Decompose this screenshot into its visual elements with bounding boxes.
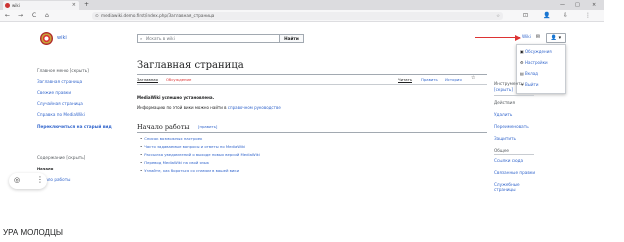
list-item[interactable]: Список возможных настроек	[140, 136, 202, 141]
caption-text: УРА МОЛОДЦЫ	[3, 228, 63, 237]
downloads-icon[interactable]: ⇩	[563, 10, 568, 22]
menu-item-contributions[interactable]: ▤Вклад	[520, 71, 538, 76]
info-line: Информацию по этой вики можно найти в сп…	[137, 105, 281, 110]
main-menu-heading[interactable]: Главное меню [скрыть]	[37, 68, 89, 73]
tab-read[interactable]: Читать	[398, 77, 413, 83]
section-edit-link[interactable]: [править]	[198, 124, 217, 129]
browser-navbar: ← → C ⌂ ⊙ mediawiki.demo.first/index.php…	[0, 10, 604, 22]
screenshot: wiki × + — □ × ← → C ⌂ ⊙ mediawiki.demo.…	[0, 0, 604, 203]
toc-item-top[interactable]: Начало	[37, 166, 53, 171]
home-icon[interactable]: ⌂	[45, 10, 49, 22]
wiki-page: wiki ⌕ Искать в wiki Найти Wiki ✉ 👤 ▾ ▣О…	[0, 23, 604, 203]
actions-heading: Действия	[494, 100, 516, 105]
sidebar-item-recent-changes[interactable]: Свежие правки	[37, 90, 71, 95]
user-icon: 👤	[550, 35, 558, 41]
tool-what-links-here[interactable]: Ссылки сюда	[494, 158, 523, 163]
close-window-icon[interactable]: ×	[592, 0, 596, 10]
list-item[interactable]: Перевод MediaWiki на свой язык	[140, 160, 209, 165]
search-input[interactable]: ⌕ Искать в wiki Найти	[137, 34, 304, 43]
user-guide-link[interactable]: справочном руководстве	[228, 105, 281, 110]
list-item[interactable]: Узнайте, как бороться со спамом в вашей …	[140, 168, 239, 173]
tool-move[interactable]: Переименовать	[494, 124, 529, 129]
annotation-arrow	[475, 37, 520, 38]
notifications-icon[interactable]: ✉	[534, 33, 542, 43]
pocket-icon[interactable]: ⊡	[523, 10, 528, 22]
search-button[interactable]: Найти	[279, 34, 304, 43]
user-menu-button[interactable]: 👤 ▾	[546, 33, 566, 43]
browser-tabstrip: wiki × + — □ ×	[0, 0, 604, 10]
bookmark-star-icon[interactable]: ☆	[496, 12, 500, 20]
url-text: mediawiki.demo.first/index.php/Заглавная…	[101, 13, 215, 18]
sidebar-item-main-page[interactable]: Заглавная страница	[37, 79, 82, 84]
tools-divider	[494, 95, 534, 96]
image-overlay-toolbar: ◎ ⋮	[9, 173, 47, 189]
sidebar-item-old-skin[interactable]: Переключиться на старый вид	[37, 124, 112, 129]
account-icon[interactable]: 👤	[543, 10, 550, 22]
reload-icon[interactable]: C	[32, 10, 36, 22]
menu-item-preferences[interactable]: ⚙Настройки	[520, 60, 548, 65]
tool-protect[interactable]: Защитить	[494, 136, 516, 141]
tools-hide-link[interactable]: [скрыть]	[494, 87, 513, 92]
tab-title: wiki	[12, 3, 20, 8]
browser-tab[interactable]: wiki ×	[3, 1, 79, 10]
chevron-down-icon: ▾	[558, 35, 562, 41]
tool-related-changes[interactable]: Связанные правки	[494, 170, 535, 175]
menu-icon[interactable]: ⋮	[585, 10, 591, 22]
back-icon[interactable]: ←	[5, 10, 10, 22]
install-message: MediaWiki успешно установлена.	[137, 95, 215, 100]
tool-delete[interactable]: Удалить	[494, 112, 512, 117]
logo-text[interactable]: wiki	[57, 35, 67, 41]
watch-star-icon[interactable]: ☆	[471, 75, 475, 81]
title-divider	[137, 74, 487, 75]
wiki-logo-icon[interactable]	[40, 32, 53, 45]
lens-icon[interactable]: ◎	[14, 176, 20, 184]
minimize-icon[interactable]: —	[560, 0, 565, 10]
section-heading: Начало работы	[137, 123, 190, 131]
general-divider	[494, 154, 534, 155]
address-bar[interactable]: ⊙ mediawiki.demo.first/index.php/Заглавн…	[92, 12, 503, 20]
tabs-divider	[137, 84, 487, 85]
page-info-icon: ⊙	[95, 13, 99, 18]
tab-talk[interactable]: Обсуждение	[166, 77, 191, 82]
tab-history[interactable]: История	[445, 77, 462, 82]
more-options-icon[interactable]: ⋮	[36, 175, 44, 184]
favicon-icon	[5, 3, 10, 8]
tab-edit[interactable]: Править	[421, 77, 438, 82]
sidebar-item-help[interactable]: Справка по MediaWiki	[37, 112, 85, 117]
close-tab-icon[interactable]: ×	[72, 1, 76, 10]
maximize-icon[interactable]: □	[575, 0, 580, 10]
tool-special-pages[interactable]: Служебные страницы	[494, 182, 528, 192]
menu-item-talk[interactable]: ▣Обсуждения	[520, 49, 552, 54]
user-dropdown-menu: ▣Обсуждения ⚙Настройки ▤Вклад ⇥ Выйти	[516, 44, 566, 94]
sidebar-item-random-page[interactable]: Случайная страница	[37, 101, 83, 106]
tools-heading: Инструменты	[494, 81, 524, 86]
toc-heading[interactable]: Содержание [скрыть]	[37, 155, 85, 160]
user-page-link[interactable]: Wiki	[522, 34, 531, 39]
search-placeholder: Искать в wiki	[146, 36, 175, 41]
search-icon: ⌕	[140, 36, 143, 41]
general-heading: Общее	[494, 148, 509, 153]
annotation-arrowhead	[515, 34, 521, 41]
list-item[interactable]: Рассылка уведомлений о выходе новых верс…	[140, 152, 260, 157]
new-tab-button[interactable]: +	[84, 0, 89, 10]
tab-article[interactable]: Заглавная	[137, 77, 158, 83]
section-divider	[137, 132, 487, 133]
forward-icon[interactable]: →	[18, 10, 23, 22]
page-title: Заглавная страница	[137, 60, 244, 71]
list-item[interactable]: Часто задаваемые вопросы и ответы по Med…	[140, 144, 245, 149]
